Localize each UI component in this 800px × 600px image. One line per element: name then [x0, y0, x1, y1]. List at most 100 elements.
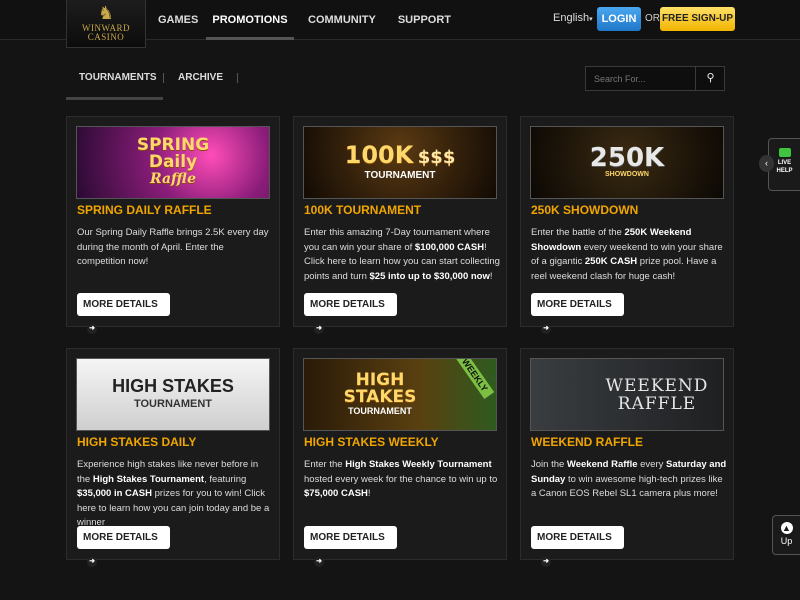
promo-banner[interactable]: HIGH STAKES TOURNAMENT [76, 358, 270, 431]
promo-card-spring-daily-raffle: SPRING Daily Raffle SPRING DAILY RAFFLE … [66, 116, 280, 334]
more-details-label: MORE DETAILS [310, 532, 385, 543]
arrow-right-icon: ➜ [314, 324, 324, 334]
promo-banner[interactable]: 100K $$$ TOURNAMENT [303, 126, 497, 199]
promo-card-250k-showdown: 250K SHOWDOWN 250K SHOWDOWN Enter the ba… [520, 116, 734, 334]
desc-text: every [637, 459, 667, 470]
desc-text: ! [367, 488, 371, 500]
more-details-button[interactable]: MORE DETAILS ➜ [77, 526, 170, 567]
desc-highlight: 250K CASH [584, 256, 638, 268]
desc-highlight: $75,000 CASH [304, 488, 368, 500]
arrow-right-icon: ➜ [87, 324, 97, 334]
promo-banner[interactable]: WEEKEND RAFFLE [530, 358, 724, 431]
chevron-down-icon: ▾ [589, 16, 593, 23]
nav-community[interactable]: COMMUNITY [300, 0, 384, 40]
desc-highlight: High Stakes Weekly Tournament [345, 459, 492, 470]
top-header: ♞ WINWARD CASINO GAMES PROMOTIONS COMMUN… [0, 0, 800, 48]
weekly-tag: WEEKLY [455, 359, 495, 399]
promo-title[interactable]: HIGH STAKES WEEKLY [304, 435, 439, 449]
desc-highlight: High Stakes Tournament [92, 473, 205, 485]
search-icon: ⚲ [706, 72, 715, 84]
desc-text: , featuring [204, 473, 247, 485]
more-details-button[interactable]: MORE DETAILS ➜ [304, 526, 397, 567]
arrow-right-icon: ➜ [541, 324, 551, 334]
more-details-label: MORE DETAILS [310, 299, 385, 310]
promo-card-weekend-raffle: WEEKEND RAFFLE WEEKEND RAFFLE Join the W… [520, 348, 734, 567]
promo-description: Enter the battle of the 250K Weekend Sho… [531, 226, 727, 284]
arrow-up-icon: ▲ [780, 522, 793, 534]
search-input[interactable] [586, 67, 696, 90]
promo-card-100k-tournament: 100K $$$ TOURNAMENT 100K TOURNAMENT Ente… [293, 116, 507, 334]
more-details-label: MORE DETAILS [83, 299, 158, 310]
up-label: Up [780, 536, 793, 546]
arrow-right-icon: ➜ [87, 557, 97, 567]
search-box: ⚲ [585, 66, 725, 91]
promo-title[interactable]: SPRING DAILY RAFFLE [77, 203, 212, 217]
promo-banner[interactable]: 250K SHOWDOWN [530, 126, 724, 199]
promo-title[interactable]: 250K SHOWDOWN [531, 203, 638, 217]
banner-text: Raffle [150, 171, 196, 187]
promo-title[interactable]: WEEKEND RAFFLE [531, 435, 643, 449]
desc-highlight: $35,000 in CASH [77, 488, 152, 500]
desc-highlight: $25 into up to $30,000 now [369, 270, 490, 282]
tab-tournaments[interactable]: TOURNAMENTS [66, 66, 163, 100]
logo-text: WINWARD CASINO [82, 23, 130, 42]
nav-support[interactable]: SUPPORT [390, 0, 459, 40]
language-selector[interactable]: English▾ [553, 12, 593, 24]
tab-divider [237, 73, 239, 83]
tab-archive[interactable]: ARCHIVE [164, 66, 237, 100]
promo-description: Our Spring Daily Raffle brings 2.5K ever… [77, 227, 269, 268]
more-details-label: MORE DETAILS [537, 299, 612, 310]
desc-text: Enter the battle of the [531, 227, 625, 238]
promo-banner[interactable]: HIGH STAKES TOURNAMENT WEEKLY [303, 358, 497, 431]
desc-highlight: Weekend Raffle [566, 459, 638, 470]
main-nav: GAMES PROMOTIONS COMMUNITY SUPPORT [150, 0, 465, 40]
live-help-label: HELP [776, 168, 793, 174]
logo-emblem-icon: ♞ [97, 3, 115, 23]
arrow-right-icon: ➜ [541, 557, 551, 567]
or-label: OR [645, 13, 660, 24]
more-details-button[interactable]: MORE DETAILS ➜ [77, 293, 170, 334]
more-details-label: MORE DETAILS [537, 532, 612, 543]
more-details-button[interactable]: MORE DETAILS ➜ [531, 526, 624, 567]
banner-text: RAFFLE [617, 393, 697, 414]
desc-text: Join the [531, 459, 567, 470]
nav-promotions[interactable]: PROMOTIONS [206, 0, 294, 40]
arrow-right-icon: ➜ [314, 557, 324, 567]
banner-text: 250K [589, 143, 665, 173]
scroll-up-button[interactable]: ▲ Up [772, 515, 800, 555]
more-details-button[interactable]: MORE DETAILS ➜ [304, 293, 397, 334]
more-details-label: MORE DETAILS [83, 532, 158, 543]
promo-description: Enter this amazing 7-Day tournament wher… [304, 226, 500, 284]
promo-description: Experience high stakes like never before… [77, 458, 273, 531]
promo-description: Enter the High Stakes Weekly Tournament … [304, 458, 500, 502]
promo-title[interactable]: 100K TOURNAMENT [304, 203, 421, 217]
banner-text: TOURNAMENT [348, 406, 412, 416]
promo-card-high-stakes-weekly: HIGH STAKES TOURNAMENT WEEKLY HIGH STAKE… [293, 348, 507, 567]
banner-text: WEEKEND [605, 375, 709, 396]
search-button[interactable]: ⚲ [695, 67, 725, 90]
desc-text: ! [489, 270, 493, 282]
promo-banner[interactable]: SPRING Daily Raffle [76, 126, 270, 199]
login-button[interactable]: LOGIN [597, 7, 641, 31]
banner-text: TOURNAMENT [133, 397, 212, 410]
chat-icon [778, 148, 791, 157]
promo-card-high-stakes-daily: HIGH STAKES TOURNAMENT HIGH STAKES DAILY… [66, 348, 280, 567]
collapse-chevron-left-icon[interactable]: ‹ [759, 155, 774, 172]
banner-text: 100K [344, 140, 414, 169]
banner-text: Daily [148, 152, 198, 172]
desc-text: Enter the [304, 459, 346, 470]
winward-casino-logo[interactable]: ♞ WINWARD CASINO [66, 0, 146, 48]
desc-text: hosted every week for the chance to win … [304, 473, 498, 485]
language-label: English [553, 12, 590, 24]
banner-text: STAKES [343, 387, 417, 407]
more-details-button[interactable]: MORE DETAILS ➜ [531, 293, 624, 334]
promotions-subnav: TOURNAMENTS ARCHIVE [66, 66, 239, 100]
banner-text: TOURNAMENT [364, 169, 436, 181]
banner-text: $$$ [417, 146, 456, 168]
desc-highlight: $100,000 CASH [414, 241, 485, 253]
nav-games[interactable]: GAMES [150, 0, 200, 40]
banner-text: HIGH STAKES [112, 375, 234, 396]
promo-title[interactable]: HIGH STAKES DAILY [77, 435, 196, 449]
promo-description: Join the Weekend Raffle every Saturday a… [531, 458, 727, 502]
free-signup-button[interactable]: FREE SIGN-UP [660, 7, 735, 31]
